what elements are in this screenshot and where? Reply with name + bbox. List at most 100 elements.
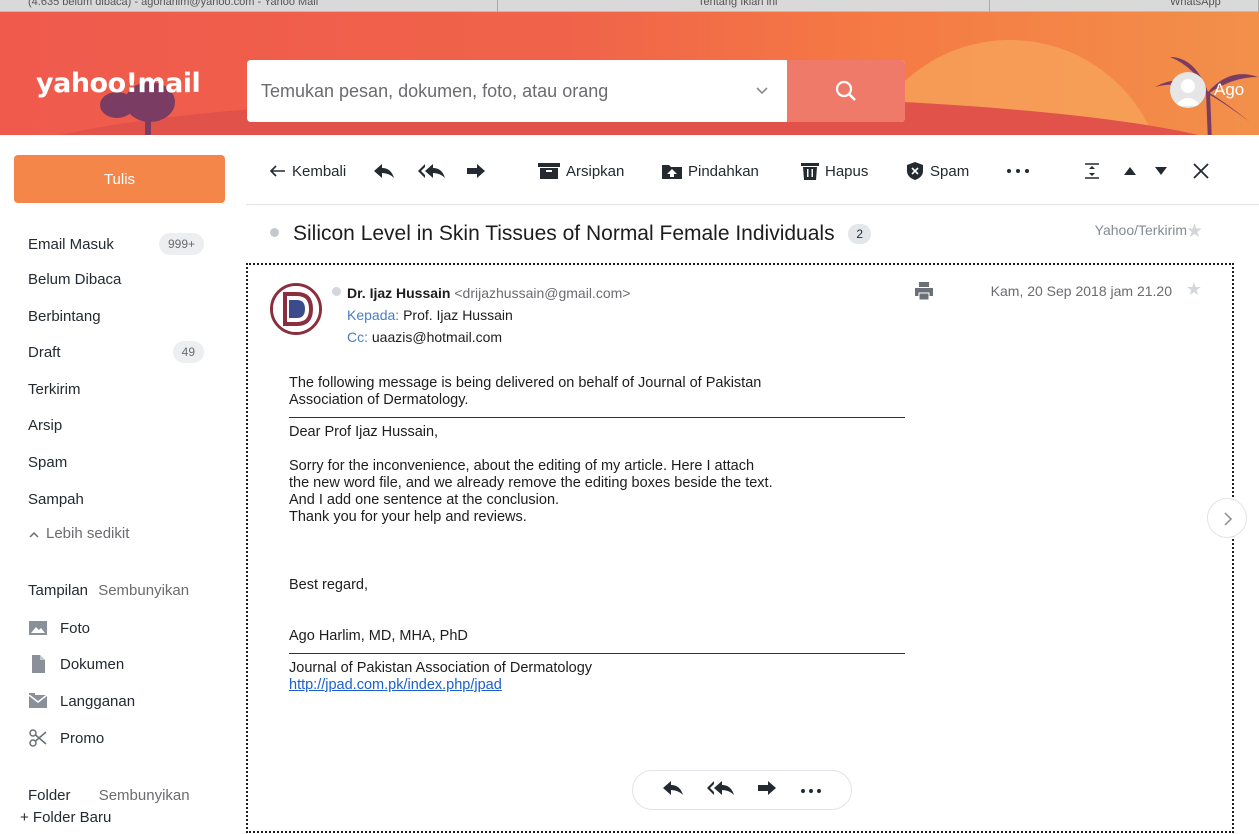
more-icon: [800, 789, 821, 793]
previous-message-button[interactable]: [1123, 159, 1137, 183]
star-icon[interactable]: ★: [1186, 279, 1202, 300]
view-label: Promo: [60, 729, 105, 747]
quick-more-button[interactable]: [800, 781, 822, 799]
views-section-header: Tampilan Sembunyikan: [28, 582, 189, 599]
sidebar-item-label: Draft: [28, 343, 61, 361]
username[interactable]: Ago: [1214, 80, 1244, 100]
body-line: Sorry for the inconvenience, about the e…: [289, 458, 755, 474]
close-button[interactable]: [1192, 159, 1210, 183]
folders-section-header: Folder Sembunyikan: [28, 787, 190, 804]
quick-action-bar: [632, 770, 852, 810]
compose-button[interactable]: Tulis: [14, 155, 225, 203]
yahoo-mail-logo[interactable]: yahoo!mail: [36, 68, 201, 99]
reply-button[interactable]: [373, 159, 395, 183]
delete-button[interactable]: Hapus: [801, 159, 868, 183]
user-avatar[interactable]: [1170, 72, 1206, 108]
body-line: Association of Dermatology.: [289, 392, 469, 408]
sidebar-item-archive[interactable]: Arsip: [28, 411, 218, 439]
close-icon: [1193, 163, 1209, 179]
sidebar-item-label: Berbintang: [28, 307, 101, 325]
more-actions-button[interactable]: [1006, 159, 1030, 183]
forward-button[interactable]: [466, 159, 486, 183]
sender-line: Dr. Ijaz Hussain <drijazhussain@gmail.co…: [347, 285, 630, 301]
back-button[interactable]: Kembali: [268, 159, 346, 183]
view-label: Dokumen: [60, 655, 125, 673]
search-options-button[interactable]: [737, 60, 787, 122]
thread-folder-label: Yahoo/Terkirim: [1094, 222, 1187, 238]
next-page-button[interactable]: [1207, 498, 1247, 538]
archive-icon: [538, 163, 560, 179]
sender-avatar-image: [273, 286, 319, 332]
scissors-icon: [29, 729, 47, 747]
chevron-up-icon: [29, 531, 39, 538]
sidebar-item-sent[interactable]: Terkirim: [28, 375, 218, 403]
back-label: Kembali: [292, 162, 347, 180]
body-greeting: Dear Prof Ijaz Hussain,: [289, 424, 439, 440]
recipient-line: Kepada: Prof. Ijaz Hussain: [347, 307, 513, 323]
cc-label: Cc:: [347, 329, 368, 345]
sidebar-item-spam[interactable]: Spam: [28, 448, 218, 476]
spam-button[interactable]: Spam: [906, 159, 969, 183]
message-card: Dr. Ijaz Hussain <drijazhussain@gmail.co…: [246, 263, 1234, 833]
view-promos[interactable]: Promo: [28, 725, 104, 751]
cc-line: Cc: uaazis@hotmail.com: [347, 329, 502, 345]
browser-tab[interactable]: Tentang Iklan ini: [498, 0, 990, 12]
folders-hide-toggle[interactable]: Sembunyikan: [99, 787, 190, 804]
chevron-right-icon: [1224, 512, 1233, 526]
to-recipient[interactable]: Prof. Ijaz Hussain: [403, 307, 513, 323]
search-input[interactable]: [247, 60, 737, 122]
sidebar-item-drafts[interactable]: Draft 49: [28, 338, 218, 366]
arrow-left-icon: [269, 165, 285, 177]
print-button[interactable]: [914, 281, 934, 306]
sidebar-item-inbox[interactable]: Email Masuk 999+: [28, 230, 218, 258]
message-body: The following message is being delivered…: [289, 375, 909, 694]
read-status-dot[interactable]: [270, 228, 279, 237]
thread-subject: Silicon Level in Skin Tissues of Normal …: [293, 222, 872, 246]
sender-avatar[interactable]: [270, 283, 322, 335]
thread-count-badge: 2: [848, 224, 872, 245]
caret-up-icon: [1124, 167, 1136, 175]
folders-title: Folder: [28, 787, 71, 804]
show-less-toggle[interactable]: Lebih sedikit: [28, 525, 129, 542]
view-documents[interactable]: Dokumen: [28, 651, 124, 677]
cc-recipient[interactable]: uaazis@hotmail.com: [372, 329, 502, 345]
next-message-button[interactable]: [1154, 159, 1168, 183]
star-icon[interactable]: ★: [1186, 220, 1203, 243]
sidebar-item-label: Email Masuk: [28, 235, 114, 253]
view-subscriptions[interactable]: Langganan: [28, 688, 135, 714]
quick-reply-all-button[interactable]: [706, 780, 735, 801]
reply-icon: [374, 164, 394, 178]
sidebar-item-label: Arsip: [28, 416, 63, 434]
body-regards: Best regard,: [289, 577, 368, 593]
sidebar-item-trash[interactable]: Sampah: [28, 485, 218, 513]
quick-forward-button[interactable]: [757, 780, 777, 801]
reply-all-button[interactable]: [418, 159, 446, 183]
message-toolbar: Kembali Arsipkan Pindahkan Hapus Spam: [246, 135, 1259, 205]
view-photos[interactable]: Foto: [28, 615, 90, 641]
browser-tab[interactable]: (4.635 belum dibaca) - agoharlim@yahoo.c…: [0, 0, 498, 12]
browser-tab[interactable]: WhatsApp: [990, 0, 1259, 12]
expand-collapse-button[interactable]: [1084, 159, 1100, 183]
printer-icon: [915, 282, 933, 301]
caret-down-icon: [1155, 167, 1167, 175]
quick-reply-button[interactable]: [662, 780, 684, 801]
sidebar-item-unread[interactable]: Belum Dibaca: [28, 265, 218, 293]
archive-button[interactable]: Arsipkan: [538, 159, 624, 183]
new-folder-button[interactable]: + Folder Baru: [20, 809, 111, 826]
move-button[interactable]: Pindahkan: [662, 159, 759, 183]
sidebar-item-starred[interactable]: Berbintang: [28, 302, 218, 330]
subscription-icon: [28, 693, 48, 708]
sender-name[interactable]: Dr. Ijaz Hussain: [347, 285, 450, 301]
spam-label: Spam: [930, 162, 970, 180]
folder-move-icon: [662, 165, 682, 179]
browser-tab-strip: (4.635 belum dibaca) - agoharlim@yahoo.c…: [0, 0, 1259, 12]
move-label: Pindahkan: [688, 162, 759, 180]
journal-link[interactable]: http://jpad.com.pk/index.php/jpad: [289, 677, 502, 693]
thread-subject-row: Silicon Level in Skin Tissues of Normal …: [246, 206, 1259, 262]
sender-email: <drijazhussain@gmail.com>: [454, 285, 631, 301]
collapse-icon: [1085, 163, 1099, 179]
sidebar-item-label: Terkirim: [28, 380, 81, 398]
search-button[interactable]: [787, 60, 905, 122]
forward-icon: [467, 164, 485, 178]
views-hide-toggle[interactable]: Sembunyikan: [98, 582, 189, 599]
